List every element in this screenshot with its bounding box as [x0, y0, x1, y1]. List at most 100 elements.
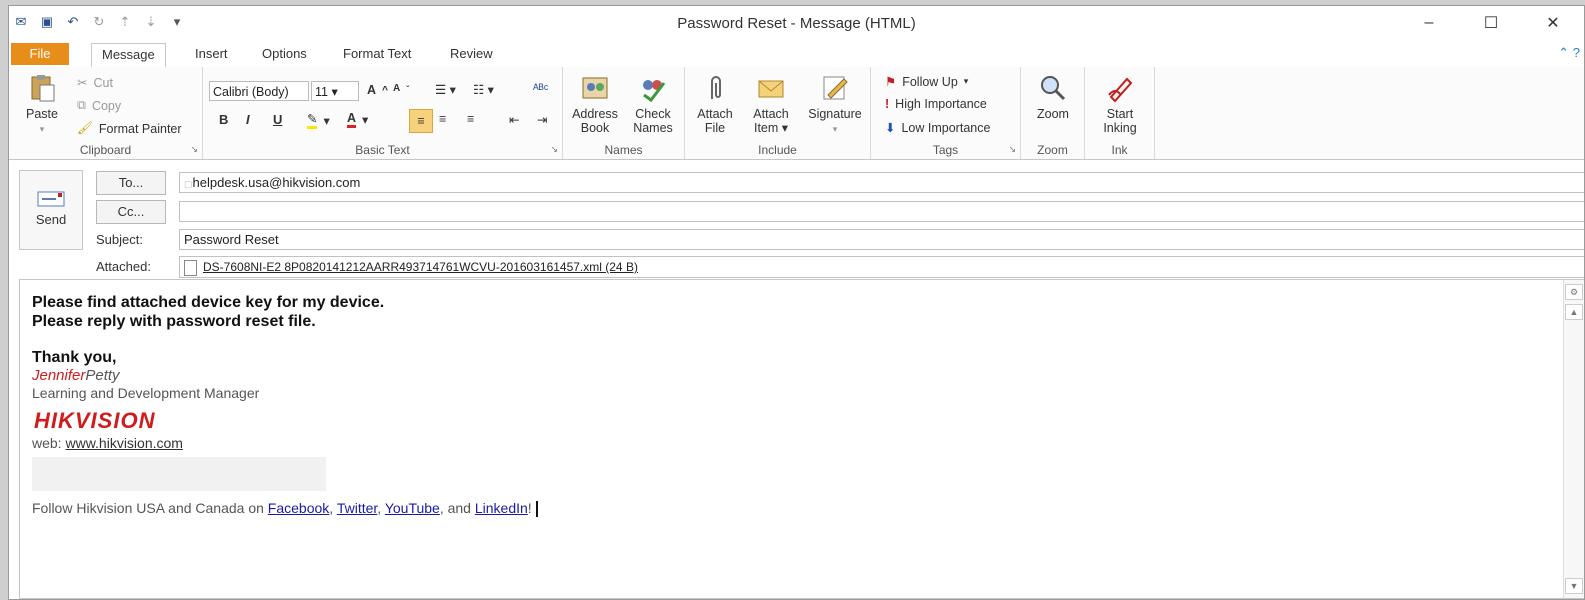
grow-font-button[interactable]: A ^: [367, 83, 388, 97]
send-button[interactable]: Send: [19, 170, 83, 250]
contact-icon: ▢: [184, 179, 193, 189]
attach-file-label-2: File: [704, 121, 726, 135]
dialog-launcher-icon[interactable]: ↘: [190, 144, 198, 155]
attach-file-button[interactable]: Attach File: [689, 73, 741, 135]
zoom-button[interactable]: Zoom: [1025, 73, 1081, 121]
to-field[interactable]: ▢helpdesk.usa@hikvision.com: [179, 172, 1584, 193]
zoom-group: Zoom Zoom: [1021, 67, 1085, 159]
magnifier-icon: [1041, 76, 1066, 101]
cc-button[interactable]: Cc...: [96, 200, 166, 224]
cut-button[interactable]: ✂ Cut: [77, 75, 113, 91]
address-book-label-2: Book: [580, 121, 610, 135]
youtube-link[interactable]: YouTube: [385, 500, 440, 516]
decrease-indent-button[interactable]: ⇤: [509, 112, 519, 127]
envelope-icon: [758, 80, 784, 98]
flag-icon: ⚑: [885, 75, 897, 89]
high-importance-label: High Importance: [895, 97, 987, 111]
check-names-button[interactable]: Check Names: [625, 73, 681, 135]
subject-label: Subject:: [96, 232, 143, 247]
tab-message[interactable]: Message: [91, 43, 166, 68]
numbering-button[interactable]: ☷ ▾: [473, 82, 494, 97]
tab-review[interactable]: Review: [440, 43, 503, 65]
include-group: Attach File Attach Item ▾ Signature ▾ Inclu…: [685, 67, 871, 159]
follow-up-label: Follow Up: [902, 74, 958, 89]
maximize-button[interactable]: ☐: [1460, 6, 1522, 39]
to-button[interactable]: To...: [96, 171, 166, 195]
font-name-select[interactable]: Calibri (Body): [209, 81, 309, 101]
social-links-line: Follow Hikvision USA and Canada on Faceb…: [32, 500, 538, 518]
paste-label: Paste: [26, 107, 58, 121]
font-size-select[interactable]: 11 ▾: [311, 81, 359, 101]
names-group: Address Book Check Names Names: [563, 67, 685, 159]
attachment-field: DS-7608NI-E2 8P0820141212AARR493714761WC…: [179, 256, 1584, 278]
format-painter-label: Format Painter: [98, 121, 182, 136]
italic-button[interactable]: I: [246, 112, 250, 127]
paste-button[interactable]: Paste ▾: [17, 73, 67, 136]
send-icon: [37, 191, 65, 207]
tab-file[interactable]: File: [11, 43, 69, 65]
signature-icon: [823, 76, 848, 100]
bold-button[interactable]: B: [219, 112, 228, 127]
high-importance-button[interactable]: ! High Importance: [885, 97, 987, 111]
outlook-message-window: ✉ ▣ ↶ ↻ ⇡ ⇣ ▾ Password Reset - Message (…: [8, 5, 1585, 600]
start-inking-button[interactable]: Start Inking: [1091, 73, 1149, 135]
tags-group-label: Tags: [932, 143, 959, 157]
clear-formatting-icon[interactable]: ᴬᴮᶜ: [533, 82, 548, 96]
close-button[interactable]: ✕: [1522, 6, 1584, 39]
increase-indent-button[interactable]: ⇥: [537, 112, 547, 127]
minimize-button[interactable]: –: [1398, 6, 1460, 39]
body-line-2: Please reply with password reset file.: [32, 313, 316, 330]
low-importance-label: Low Importance: [901, 120, 991, 135]
shrink-font-button[interactable]: Aˇ: [393, 83, 409, 94]
document-icon: [184, 259, 197, 276]
attached-label: Attached:: [96, 259, 151, 274]
align-left-button[interactable]: ≡: [409, 109, 433, 133]
pen-icon: [1108, 77, 1133, 103]
low-importance-button[interactable]: ⬇ Low Importance: [885, 120, 991, 136]
text-cursor: [535, 501, 538, 518]
tab-format-text[interactable]: Format Text: [333, 43, 421, 65]
exclamation-icon: !: [885, 97, 890, 111]
underline-button[interactable]: U: [273, 112, 282, 127]
cut-label: Cut: [93, 75, 113, 90]
basic-text-group-label: Basic Text: [355, 143, 410, 157]
follow-up-button[interactable]: ⚑ Follow Up ▾: [885, 74, 968, 90]
attach-item-button[interactable]: Attach Item ▾: [743, 73, 799, 135]
mini-toolbar-icon: ⚙: [1565, 284, 1583, 300]
attach-file-label-1: Attach: [697, 107, 733, 121]
web-label: web:: [32, 435, 62, 451]
signature-web: web: www.hikvision.com: [32, 435, 183, 451]
dialog-launcher-icon[interactable]: ↘: [1008, 144, 1016, 155]
align-center-button[interactable]: ≡: [439, 112, 446, 126]
scroll-down-icon[interactable]: ▼: [1565, 578, 1583, 594]
address-book-button[interactable]: Address Book: [567, 73, 623, 135]
facebook-link[interactable]: Facebook: [268, 500, 329, 516]
message-body[interactable]: Please find attached device key for my d…: [19, 279, 1584, 599]
linkedin-link[interactable]: LinkedIn: [475, 500, 528, 516]
font-size-value: 11: [315, 85, 328, 99]
copy-button[interactable]: ⧉ Copy: [77, 98, 121, 113]
ink-group: Start Inking Ink: [1085, 67, 1155, 159]
bullets-button[interactable]: ☰ ▾: [435, 82, 456, 97]
vertical-scrollbar[interactable]: ⚙ ▲ ▼: [1563, 280, 1584, 598]
down-arrow-icon: ⬇: [885, 121, 896, 135]
signature-label: Signature: [808, 107, 862, 121]
subject-field[interactable]: Password Reset: [179, 229, 1584, 250]
format-painter-button[interactable]: 🖌 Format Painter: [77, 121, 182, 136]
dialog-launcher-icon[interactable]: ↘: [550, 144, 558, 155]
tab-insert[interactable]: Insert: [185, 43, 238, 65]
tab-options[interactable]: Options: [252, 43, 317, 65]
signature-button[interactable]: Signature ▾: [803, 73, 867, 136]
window-title: Password Reset - Message (HTML): [677, 15, 916, 32]
image-placeholder: [32, 457, 326, 491]
brush-icon: 🖌: [77, 121, 93, 135]
align-right-button[interactable]: ≡: [467, 112, 474, 126]
highlight-button[interactable]: ✎ ▾: [307, 111, 330, 129]
help-icon[interactable]: ⌃ ?: [1558, 45, 1580, 61]
scroll-up-icon[interactable]: ▲: [1565, 304, 1583, 320]
font-color-button[interactable]: A ▾: [347, 111, 368, 128]
website-link[interactable]: www.hikvision.com: [65, 435, 182, 451]
cc-field[interactable]: [179, 201, 1584, 222]
attachment-link[interactable]: DS-7608NI-E2 8P0820141212AARR493714761WC…: [203, 260, 638, 274]
twitter-link[interactable]: Twitter: [337, 500, 377, 516]
